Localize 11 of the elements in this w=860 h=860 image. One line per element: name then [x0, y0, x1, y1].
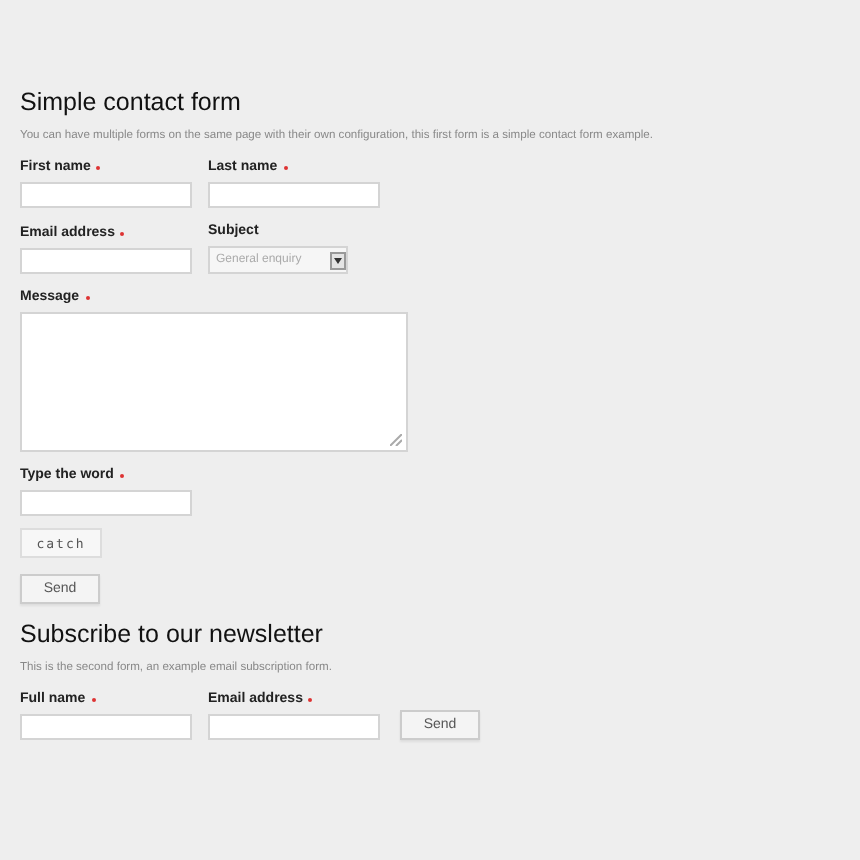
form-title: Subscribe to our newsletter — [20, 620, 325, 650]
input-field[interactable] — [208, 714, 380, 740]
caret-icon — [330, 251, 346, 269]
message-field[interactable] — [20, 312, 408, 452]
input-field[interactable] — [208, 182, 380, 208]
input-field[interactable] — [20, 248, 192, 274]
resize-grip-icon — [390, 434, 402, 446]
form-title: Simple contact form — [20, 88, 243, 118]
input-field[interactable] — [20, 182, 192, 208]
input-field[interactable] — [20, 714, 192, 740]
input-field[interactable] — [20, 490, 192, 516]
